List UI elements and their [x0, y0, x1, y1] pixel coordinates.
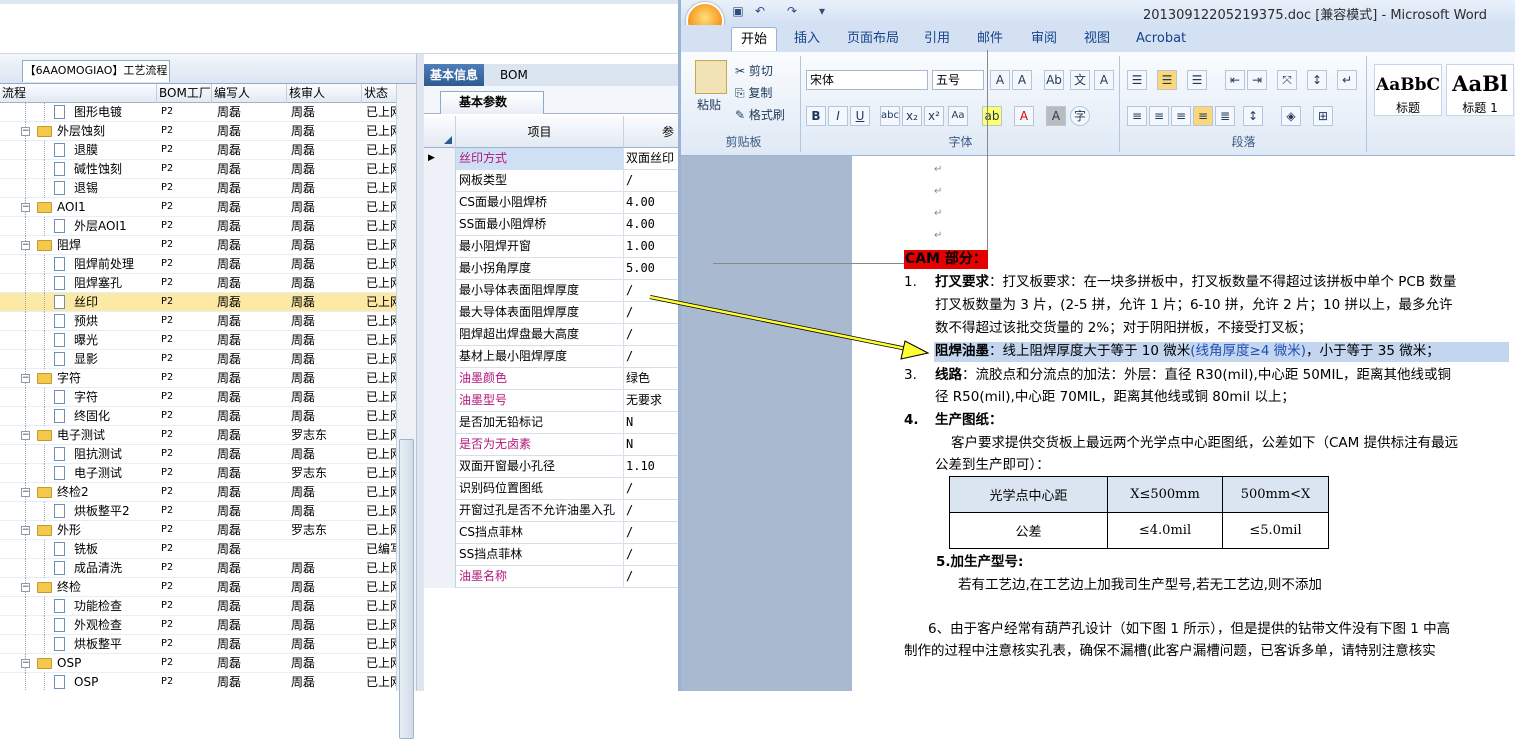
annotation-arrow: [649, 295, 930, 360]
